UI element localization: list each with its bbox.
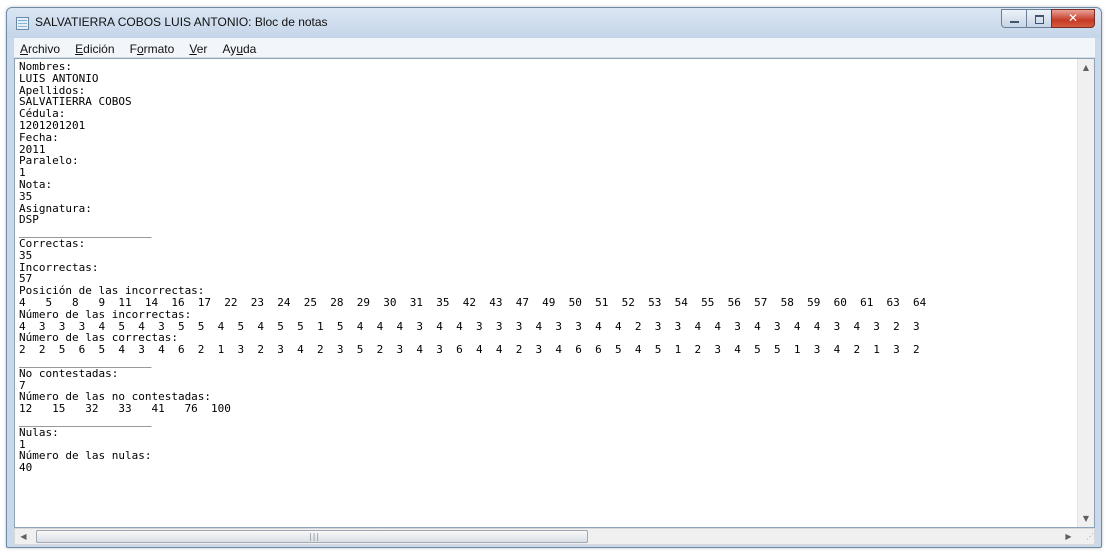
notepad-window: SALVATIERRA COBOS LUIS ANTONIO: Bloc de … [6, 7, 1102, 548]
chevron-up-icon[interactable]: ▲ [1078, 59, 1094, 76]
title-bar[interactable]: SALVATIERRA COBOS LUIS ANTONIO: Bloc de … [7, 8, 1101, 38]
close-button[interactable] [1051, 9, 1095, 28]
editor-area[interactable]: Nombres: LUIS ANTONIO Apellidos: SALVATI… [14, 58, 1095, 528]
menu-formato[interactable]: Formato [125, 40, 180, 59]
notepad-icon[interactable] [16, 17, 29, 30]
menu-bar: Archivo Edición Formato Ver Ayuda [14, 38, 1095, 58]
minimize-button[interactable] [1001, 9, 1027, 28]
horizontal-scroll-thumb[interactable]: ||| [36, 530, 588, 543]
menu-archivo[interactable]: Archivo [14, 40, 65, 59]
caption-buttons [1001, 9, 1095, 29]
document-text[interactable]: Nombres: LUIS ANTONIO Apellidos: SALVATI… [15, 59, 1077, 476]
menu-ayuda[interactable]: Ayuda [218, 40, 262, 59]
maximize-button[interactable] [1026, 9, 1052, 28]
grip-icon: ||| [309, 532, 321, 541]
horizontal-scrollbar[interactable]: ◀ ||| ▶ ⋰ [14, 528, 1095, 545]
text-area[interactable]: Nombres: LUIS ANTONIO Apellidos: SALVATI… [15, 59, 1077, 527]
menu-ver[interactable]: Ver [184, 40, 212, 59]
vertical-scrollbar[interactable]: ▲ ▼ [1077, 59, 1094, 527]
chevron-left-icon[interactable]: ◀ [15, 529, 32, 544]
window-title: SALVATIERRA COBOS LUIS ANTONIO: Bloc de … [35, 15, 328, 29]
size-grip-icon[interactable]: ⋰ [1078, 529, 1094, 544]
chevron-down-icon[interactable]: ▼ [1078, 510, 1094, 527]
chevron-right-icon[interactable]: ▶ [1060, 529, 1077, 544]
menu-edicion[interactable]: Edición [70, 40, 119, 59]
